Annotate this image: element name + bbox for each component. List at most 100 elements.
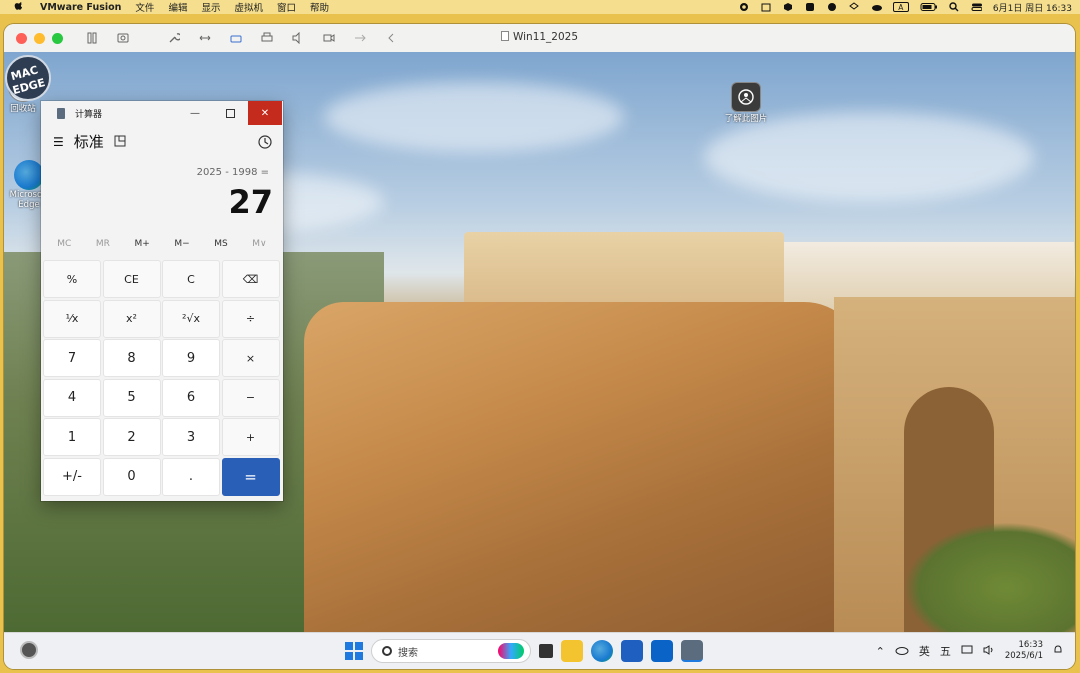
memory-subtract-button[interactable]: M− <box>174 239 189 249</box>
negate-key[interactable]: +/- <box>43 457 101 496</box>
menu-view[interactable]: 显示 <box>201 0 220 14</box>
usb-icon[interactable] <box>353 32 366 45</box>
decimal-key[interactable]: . <box>162 457 220 496</box>
vm-title-text: Win11_2025 <box>512 31 579 43</box>
record-icon[interactable] <box>739 2 750 12</box>
microsoft-store-icon[interactable] <box>621 640 643 662</box>
task-view-icon[interactable] <box>539 644 553 658</box>
camera-icon[interactable] <box>322 32 335 45</box>
menu-app-name[interactable]: VMware Fusion <box>40 2 121 13</box>
layers-icon[interactable] <box>849 2 860 12</box>
vm-toolbar <box>85 32 397 45</box>
extension-icon[interactable] <box>761 2 772 12</box>
digit-8-key[interactable]: 8 <box>102 339 161 377</box>
square-root-key[interactable]: ²√x <box>162 299 220 338</box>
app-badge-icon[interactable] <box>805 2 816 12</box>
calculator-app-icon <box>57 107 65 119</box>
volume-icon[interactable] <box>983 644 995 658</box>
digit-5-key[interactable]: 5 <box>102 378 161 417</box>
ime-language-indicator[interactable]: 英 <box>919 643 930 659</box>
digit-3-key[interactable]: 3 <box>162 418 220 456</box>
memory-clear-button[interactable]: MC <box>57 239 71 249</box>
edge-browser-icon[interactable] <box>591 640 613 662</box>
subtract-key[interactable]: − <box>221 378 280 417</box>
desktop-icon-learn-about-picture[interactable]: 了解此图片 <box>716 82 776 124</box>
wallpaper-trees <box>904 522 1075 632</box>
square-key[interactable]: x² <box>102 299 161 338</box>
start-button[interactable] <box>345 642 363 660</box>
close-window-button[interactable] <box>16 32 27 44</box>
search-placeholder: 搜索 <box>398 647 418 659</box>
onedrive-icon[interactable] <box>895 645 909 658</box>
vmware-window: Win11_2025 回收站 Microsoft Edge 了解此图片 计算器 … <box>4 24 1075 669</box>
memory-recall-button[interactable]: MR <box>96 239 110 249</box>
file-explorer-icon[interactable] <box>561 640 583 662</box>
copilot-icon[interactable] <box>498 643 524 659</box>
percent-key[interactable]: % <box>43 260 101 298</box>
spotlight-search-icon[interactable] <box>949 2 960 12</box>
box-icon[interactable] <box>783 2 794 12</box>
digit-6-key[interactable]: 6 <box>162 378 220 417</box>
pause-icon[interactable] <box>85 32 98 45</box>
menu-help[interactable]: 帮助 <box>310 0 329 14</box>
printer-icon[interactable] <box>260 32 273 45</box>
hamburger-menu-icon[interactable]: ☰ <box>53 135 64 149</box>
outlook-icon[interactable] <box>651 640 673 662</box>
multiply-key[interactable]: × <box>221 339 280 377</box>
pixel-icon[interactable] <box>827 2 838 12</box>
mode-title: 标准 <box>73 133 104 151</box>
reciprocal-key[interactable]: ¹⁄x <box>43 299 101 338</box>
menu-edit[interactable]: 编辑 <box>168 0 187 14</box>
calculator-taskbar-icon[interactable] <box>681 640 703 662</box>
speaker-icon[interactable] <box>291 32 304 45</box>
window-controls <box>16 32 63 44</box>
memory-store-button[interactable]: MS <box>214 239 227 249</box>
apple-icon[interactable] <box>12 2 26 12</box>
divide-key[interactable]: ÷ <box>221 299 280 338</box>
clear-entry-key[interactable]: CE <box>102 260 161 298</box>
digit-9-key[interactable]: 9 <box>162 339 220 377</box>
menu-window[interactable]: 窗口 <box>277 0 296 14</box>
digit-4-key[interactable]: 4 <box>43 378 101 417</box>
keep-on-top-icon[interactable] <box>114 133 126 151</box>
hard-disk-icon[interactable] <box>229 32 242 45</box>
memory-list-button[interactable]: M∨ <box>252 239 266 249</box>
cloud-icon[interactable] <box>871 2 882 12</box>
backspace-key[interactable]: ⌫ <box>221 260 280 298</box>
network-icon[interactable] <box>961 645 973 658</box>
close-button[interactable]: ✕ <box>248 101 282 125</box>
history-icon[interactable] <box>257 134 273 150</box>
battery-icon[interactable] <box>920 2 938 12</box>
calculator-window: 计算器 — ✕ ☰ 标准 2025 - 1998 = 27 MC MR M+ M… <box>41 101 283 501</box>
widgets-icon[interactable] <box>20 641 38 659</box>
equals-key[interactable]: = <box>221 457 280 496</box>
minimize-button[interactable]: — <box>178 101 212 125</box>
notification-bell-icon[interactable] <box>1053 644 1063 658</box>
memory-add-button[interactable]: M+ <box>135 239 150 249</box>
digit-1-key[interactable]: 1 <box>43 418 101 456</box>
maximize-button[interactable] <box>213 101 247 125</box>
taskbar-clock[interactable]: 16:33 2025/6/1 <box>1005 640 1043 662</box>
search-icon <box>382 646 392 656</box>
windows-desktop[interactable]: 回收站 Microsoft Edge 了解此图片 计算器 — ✕ ☰ 标准 20… <box>4 52 1075 632</box>
menu-vm[interactable]: 虚拟机 <box>234 0 263 14</box>
wrench-icon[interactable] <box>167 32 180 45</box>
clear-key[interactable]: C <box>162 260 220 298</box>
chevron-up-icon[interactable]: ⌃ <box>876 645 885 658</box>
arrows-icon[interactable] <box>198 32 211 45</box>
zoom-window-button[interactable] <box>52 32 63 44</box>
minimize-window-button[interactable] <box>34 32 45 44</box>
ime-mode-indicator[interactable]: 五 <box>940 643 951 659</box>
control-center-icon[interactable] <box>971 2 982 12</box>
taskbar-search-box[interactable]: 搜索 <box>371 639 531 663</box>
digit-7-key[interactable]: 7 <box>43 339 101 377</box>
digit-2-key[interactable]: 2 <box>102 418 161 456</box>
wallpaper-cloud <box>324 82 624 152</box>
digit-0-key[interactable]: 0 <box>102 457 161 496</box>
menubar-datetime[interactable]: 6月1日 周日 16:33 <box>993 1 1072 14</box>
chevron-left-icon[interactable] <box>384 32 397 45</box>
snapshot-icon[interactable] <box>116 32 129 45</box>
add-key[interactable]: + <box>221 418 280 456</box>
input-source-icon[interactable]: A <box>892 2 909 12</box>
menu-file[interactable]: 文件 <box>135 0 154 14</box>
